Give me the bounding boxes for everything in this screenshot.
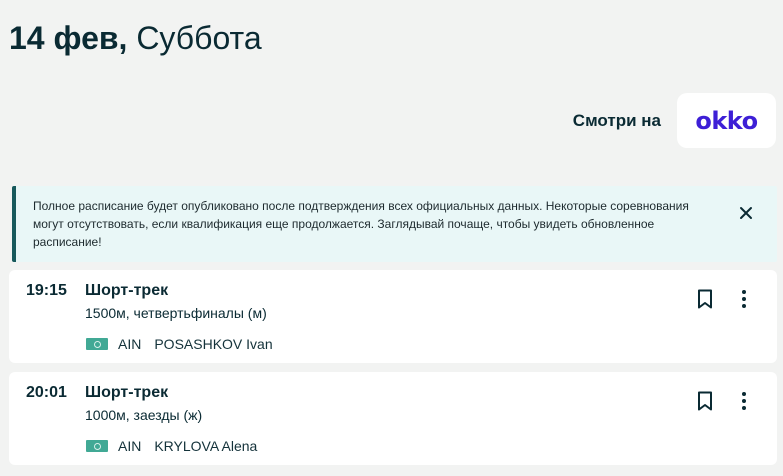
event-name: 1000м, заезды (ж) (85, 407, 203, 423)
athlete-country: AIN (118, 438, 142, 454)
ain-flag-icon (86, 440, 108, 452)
event-card[interactable]: 20:01 Шорт-трек 1000м, заезды (ж) AIN KR… (9, 372, 777, 465)
watch-on-label: Смотри на (572, 110, 661, 130)
more-vertical-icon[interactable] (740, 391, 748, 411)
watch-on-row: Смотри на okko (573, 93, 776, 148)
schedule-page: 14 фев, Суббота Смотри на okko Полное ра… (0, 0, 783, 476)
athlete-name: KRYLOVA Alena (154, 438, 258, 454)
event-sport: Шорт-трек (85, 384, 169, 401)
more-vertical-icon[interactable] (740, 289, 748, 309)
okko-link[interactable]: okko (677, 93, 776, 148)
date-day: 14 фев, (9, 20, 128, 56)
bookmark-icon[interactable] (697, 289, 713, 309)
athlete-row: AIN POSASHKOV Ivan (86, 336, 273, 352)
event-time: 19:15 (26, 282, 67, 299)
schedule-notice: Полное расписание будет опубликовано пос… (12, 186, 777, 262)
ain-flag-icon (86, 338, 108, 350)
athlete-name: POSASHKOV Ivan (154, 336, 273, 352)
date-weekday: Суббота (136, 20, 262, 56)
athlete-country: AIN (118, 336, 142, 352)
close-icon[interactable] (739, 206, 753, 220)
event-time: 20:01 (26, 384, 67, 401)
athlete-row: AIN KRYLOVA Alena (86, 438, 257, 454)
event-card[interactable]: 19:15 Шорт-трек 1500м, четвертьфиналы (м… (9, 270, 777, 363)
event-sport: Шорт-трек (85, 282, 169, 299)
event-name: 1500м, четвертьфиналы (м) (85, 305, 267, 321)
bookmark-icon[interactable] (697, 391, 713, 411)
date-heading: 14 фев, Суббота (9, 18, 262, 58)
okko-logo: okko (695, 106, 758, 135)
notice-text: Полное расписание будет опубликовано пос… (33, 199, 689, 249)
